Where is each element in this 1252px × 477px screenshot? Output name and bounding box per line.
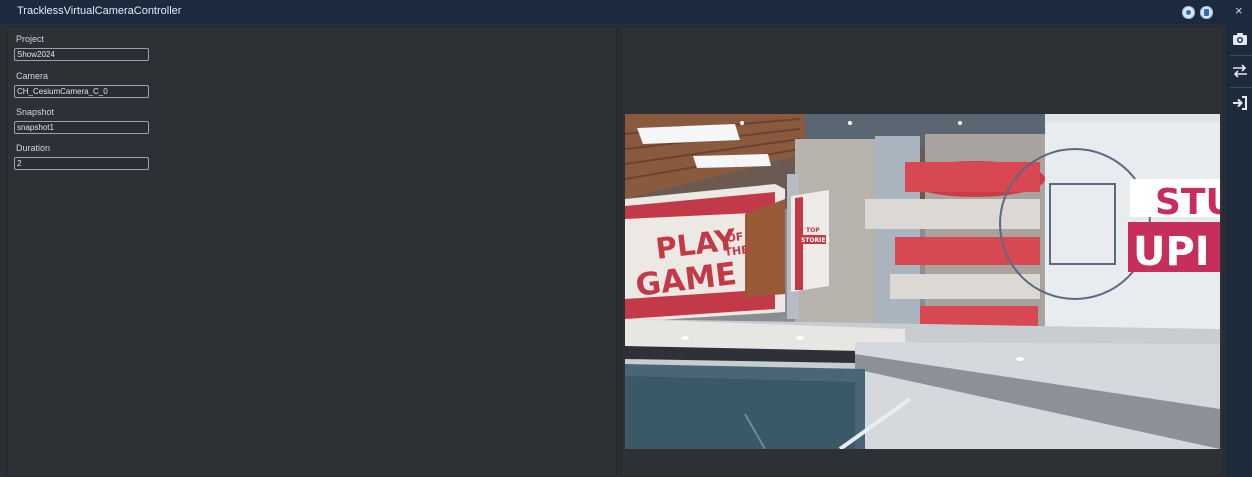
wall-sign-stu: STU (1155, 182, 1220, 223)
small-sign-stories: STORIES (801, 237, 830, 244)
studio-scene: PLAY OF THE GAME TOP STORIES STU UPI (625, 114, 1220, 449)
camera-input[interactable]: CH_CesiumCamera_C_0 (14, 85, 149, 98)
duration-input[interactable]: 2 (14, 157, 149, 170)
camera-preview-image: PLAY OF THE GAME TOP STORIES STU UPI (625, 114, 1220, 449)
toolbar-divider (1230, 87, 1252, 88)
small-sign-top: TOP (806, 227, 820, 234)
window-title: TracklessVirtualCameraController (17, 5, 182, 17)
sign-in-icon[interactable] (1228, 90, 1252, 116)
swap-arrows-icon[interactable] (1228, 58, 1252, 84)
wall-sign-of: OF (726, 230, 744, 245)
title-bar: TracklessVirtualCameraController × (0, 0, 1252, 24)
wall-sign-upi: UPI (1133, 229, 1210, 275)
duration-label: Duration (16, 143, 51, 153)
project-label: Project (16, 34, 45, 44)
camera-label: Camera (16, 71, 49, 81)
record-icon[interactable] (1182, 6, 1195, 19)
snapshot-input[interactable]: snapshot1 (14, 121, 149, 134)
toolbar-divider (1230, 55, 1252, 56)
camera-icon[interactable] (1228, 26, 1252, 52)
project-input[interactable]: Show2024 (14, 48, 149, 61)
snapshot-label: Snapshot (16, 107, 55, 117)
close-button[interactable]: × (1235, 4, 1243, 18)
clipboard-icon[interactable] (1200, 6, 1213, 19)
